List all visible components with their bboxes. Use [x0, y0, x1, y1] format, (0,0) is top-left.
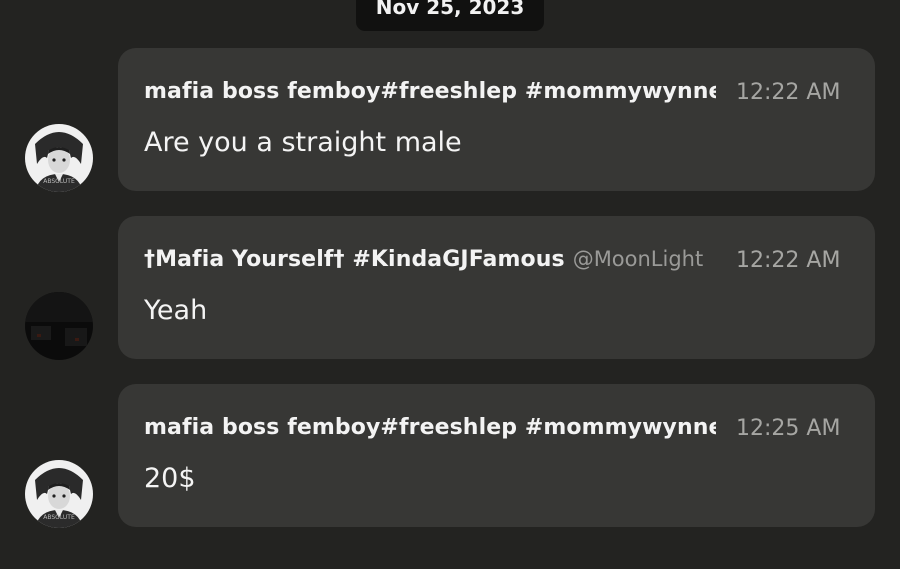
avatar[interactable]: ABSOLUTE	[25, 460, 93, 528]
chat-screen: Nov 25, 2023 ABSOLUTE mafia boss femboy#…	[0, 0, 900, 569]
timestamp: 12:25 AM	[736, 416, 841, 441]
timestamp: 12:22 AM	[736, 80, 841, 105]
date-separator-label: Nov 25, 2023	[375, 0, 525, 19]
avatar-caption: ABSOLUTE	[43, 514, 75, 521]
timestamp: 12:22 AM	[736, 248, 841, 273]
message-header: †Mafia Yourself† #KindaGJFamous @MoonLigh…	[144, 247, 851, 281]
sender-handle: @MoonLight	[572, 247, 704, 271]
message-bubble[interactable]: †Mafia Yourself† #KindaGJFamous @MoonLigh…	[118, 216, 875, 359]
message-text: Are you a straight male	[144, 127, 462, 158]
avatar[interactable]	[25, 292, 93, 360]
message-header: mafia boss femboy#freeshlep #mommywynne …	[144, 79, 851, 113]
sender-name[interactable]: †Mafia Yourself† #KindaGJFamous	[144, 247, 565, 272]
avatar-dark-room-icon	[25, 292, 93, 360]
message-bubble[interactable]: mafia boss femboy#freeshlep #mommywynne …	[118, 48, 875, 191]
message-text: 20$	[144, 463, 196, 494]
avatar-caption: ABSOLUTE	[43, 178, 75, 185]
sender-name[interactable]: mafia boss femboy#freeshlep #mommywynne	[144, 415, 716, 440]
avatar[interactable]: ABSOLUTE	[25, 124, 93, 192]
message-text: Yeah	[144, 295, 208, 326]
message-header: mafia boss femboy#freeshlep #mommywynne …	[144, 415, 851, 449]
sender-name[interactable]: mafia boss femboy#freeshlep #mommywynne	[144, 79, 716, 104]
date-separator: Nov 25, 2023	[356, 0, 544, 31]
message-bubble[interactable]: mafia boss femboy#freeshlep #mommywynne …	[118, 384, 875, 527]
